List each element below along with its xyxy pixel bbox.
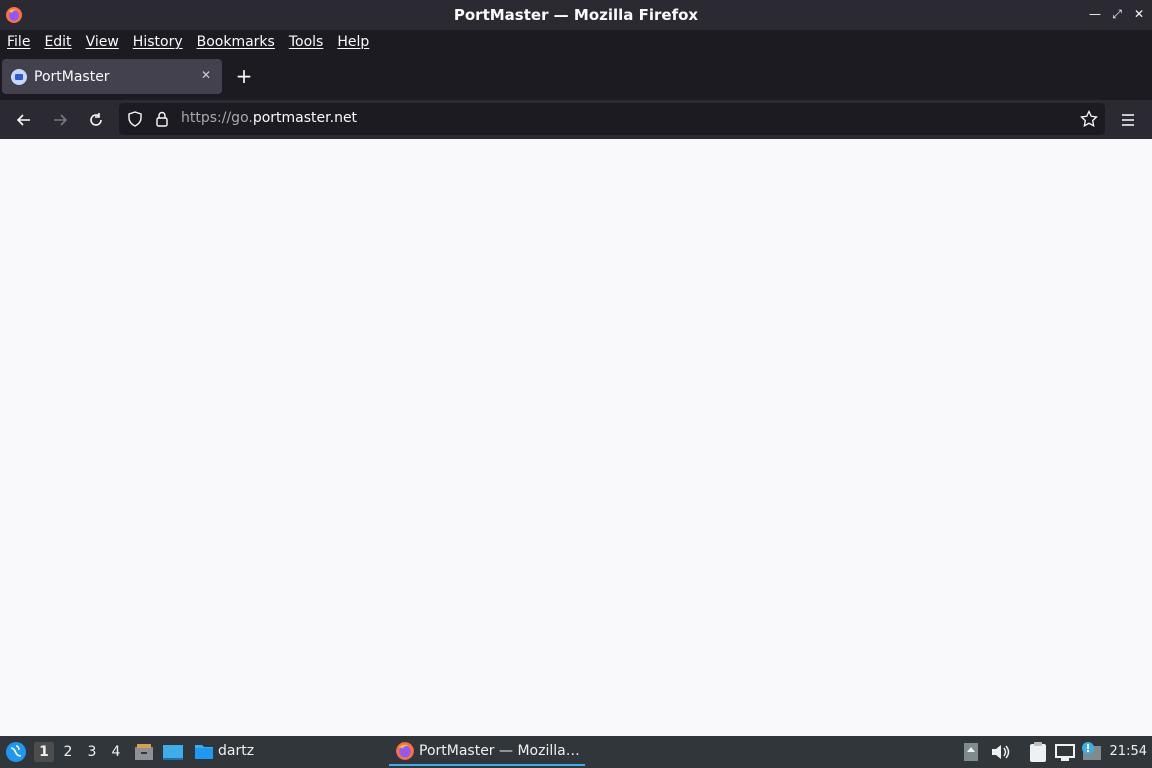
firefox-icon [6,7,22,23]
forward-icon[interactable] [49,109,71,131]
app-menu-hamburger-icon[interactable] [1117,109,1139,131]
close-icon[interactable]: ✕ [1132,7,1146,21]
volume-icon[interactable] [990,742,1010,762]
taskbar-task-firefox[interactable]: PortMaster — Mozilla… [389,738,585,766]
minimize-icon[interactable]: — [1088,7,1102,21]
menu-tools[interactable]: Tools [289,34,324,50]
clipboard-icon[interactable] [1028,741,1048,763]
tab-label: PortMaster [34,68,110,85]
portmaster-favicon-icon [11,68,27,85]
navigation-toolbar: https://go.portmaster.net [0,100,1152,139]
folder-icon [195,745,213,759]
menu-bookmarks[interactable]: Bookmarks [197,34,275,50]
task-label: PortMaster — Mozilla… [419,743,580,759]
menu-bar: File Edit View History Bookmarks Tools H… [0,30,1152,53]
folder-dartz[interactable]: dartz [194,741,254,761]
menu-history[interactable]: History [133,34,183,50]
window-title: PortMaster — Mozilla Firefox [453,6,699,24]
menu-edit[interactable]: Edit [44,34,71,50]
network-icon[interactable] [1054,742,1076,762]
tab-strip: PortMaster ✕ [0,53,1152,100]
notification-icon[interactable] [1080,742,1102,762]
url-prefix: https://go. [181,110,253,126]
back-icon[interactable] [13,109,35,131]
url-domain: portmaster.net [252,110,358,126]
new-tab-icon[interactable]: + [234,64,254,88]
tab-portmaster[interactable]: PortMaster ✕ [2,59,222,94]
workspace-4[interactable]: 4 [106,742,126,762]
reload-icon[interactable] [85,109,107,131]
page-content-area[interactable] [0,139,1152,736]
clock[interactable]: 21:54 [1110,744,1147,759]
taskbar: 1 2 3 4 dartz PortMaster — Mozilla… 21:5… [0,736,1152,768]
workspace-2[interactable]: 2 [58,742,78,762]
tab-close-icon[interactable]: ✕ [199,68,213,82]
desktop-icon[interactable] [162,742,184,762]
menu-help[interactable]: Help [337,34,369,50]
tracking-protection-shield-icon[interactable] [127,111,143,131]
firefox-icon [396,742,414,760]
menu-view[interactable]: View [86,34,119,50]
tray-arrow-icon[interactable] [963,742,979,762]
workspace-3[interactable]: 3 [82,742,102,762]
folder-label: dartz [218,743,255,759]
start-menu-icon[interactable] [5,741,27,763]
url-text[interactable]: https://go.portmaster.net [181,110,357,126]
bookmark-star-icon[interactable] [1080,109,1098,132]
window-titlebar[interactable]: PortMaster — Mozilla Firefox — ⤢ ✕ [0,0,1152,30]
url-bar[interactable]: https://go.portmaster.net [119,103,1105,135]
file-manager-icon[interactable] [134,742,154,762]
lock-icon[interactable] [155,111,169,131]
workspace-1[interactable]: 1 [34,742,54,762]
maximize-icon[interactable]: ⤢ [1110,7,1124,21]
menu-file[interactable]: File [7,34,30,50]
